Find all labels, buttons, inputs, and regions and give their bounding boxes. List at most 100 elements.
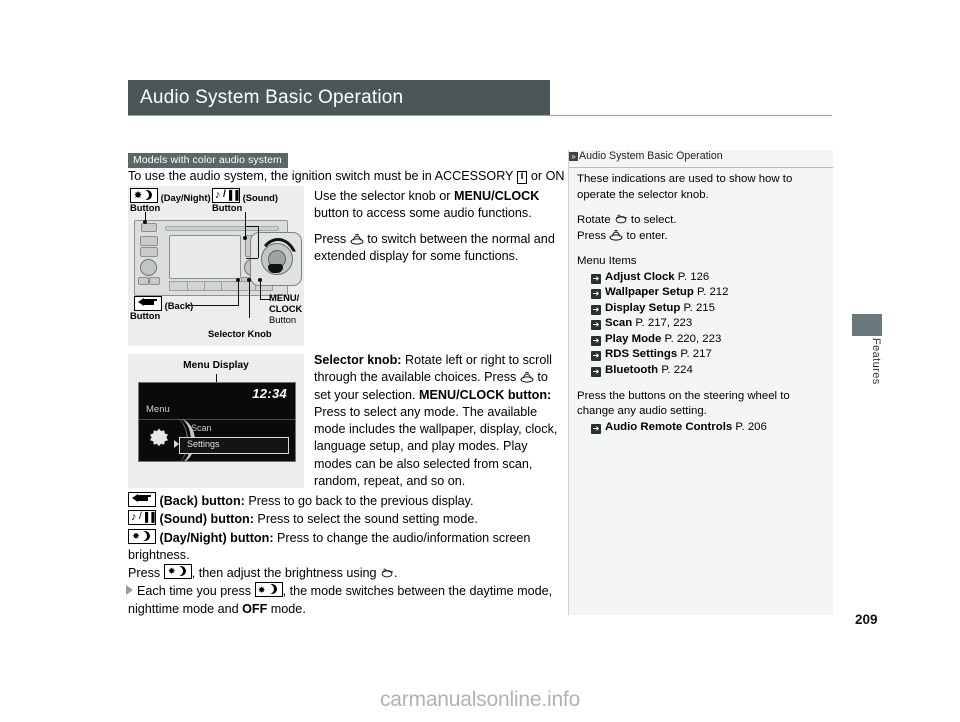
leader-back xyxy=(238,282,240,306)
back-arrow-svg-inline xyxy=(132,494,151,502)
list-item[interactable]: ➜ Adjust Clock P. 126 xyxy=(591,270,827,286)
menu-item-page: P. 220, 223 xyxy=(664,332,722,345)
sound-icon: ♪ / ▌▌ xyxy=(212,188,242,203)
list-item[interactable]: ➜ Bluetooth P. 224 xyxy=(591,363,827,379)
p4-bold: MENU/CLOCK button: xyxy=(419,387,552,402)
day-night-icon-inline-2: ✸ xyxy=(163,564,192,580)
p2-text-a: Press xyxy=(314,232,350,246)
menu-item-page: P. 126 xyxy=(677,270,710,283)
p3-bold: Selector knob: xyxy=(314,353,402,367)
leader-knob-h xyxy=(245,226,259,228)
sidebar-intro: These indications are used to show how t… xyxy=(577,173,793,201)
sidebar-heading: » Audio System Basic Operation xyxy=(569,150,833,166)
press-knob-icon xyxy=(350,233,364,245)
remote-page: P. 206 xyxy=(735,420,767,433)
moon-glyph-inline-3 xyxy=(269,584,279,595)
lcd-item-settings-label: Settings xyxy=(187,439,220,449)
menu-item-page: P. 217 xyxy=(680,348,712,361)
sidebar-menu-items-label: Menu Items xyxy=(577,255,637,267)
unit-daynight-button xyxy=(141,223,157,232)
menu-item-name: Display Setup xyxy=(605,301,681,314)
sidebar-press-a: Press xyxy=(577,229,610,242)
unit-seek-up-button xyxy=(149,277,160,285)
model-badge: Models with color audio system xyxy=(128,153,288,168)
unit-volume-knob xyxy=(140,259,157,276)
menu-item-page: P. 217, 223 xyxy=(635,317,693,330)
intro-text-before: To use the audio system, the ignition sw… xyxy=(128,169,514,183)
music-note-glyph-inline: ♪ xyxy=(131,511,137,524)
back-button-description: (Back) button: Press to go back to the p… xyxy=(128,492,568,510)
manual-page: Audio System Basic Operation Models with… xyxy=(0,0,960,722)
back-arrow-svg xyxy=(138,298,157,306)
menu-item-name: Play Mode xyxy=(605,332,662,345)
rotate-knob-icon-sidebar xyxy=(615,214,627,224)
list-item[interactable]: ➜ RDS Settings P. 217 xyxy=(591,347,827,363)
day-night-icon-inline-3: ✸ xyxy=(254,582,283,598)
jump-arrow-icon: ➜ xyxy=(591,289,601,300)
sidebar-steering-text: Press the buttons on the steering wheel … xyxy=(577,389,790,418)
page-number: 209 xyxy=(855,612,878,627)
list-item[interactable]: ➜ Scan P. 217, 223 xyxy=(591,316,827,332)
back-callout-label: (Back) xyxy=(134,296,193,311)
jump-arrow-icon: ➜ xyxy=(591,304,601,315)
back-icon xyxy=(134,296,162,311)
reference-sidebar: » Audio System Basic Operation These indi… xyxy=(568,150,833,615)
menuclock-label-3: Button xyxy=(269,314,297,325)
selector-knob-label: Selector Knob xyxy=(208,328,272,339)
leader-back-h xyxy=(188,305,238,307)
leader-selector xyxy=(249,282,251,318)
bullet-off-bold: OFF xyxy=(242,601,268,616)
speaker-glyph: ▌▌ xyxy=(229,190,242,200)
leader-menuclock xyxy=(260,282,262,300)
sun-glyph-inline-2: ✸ xyxy=(167,566,176,577)
intro-line: To use the audio system, the ignition sw… xyxy=(128,168,585,184)
sound-desc-text: Press to select the sound setting mode. xyxy=(253,512,478,527)
back-button-word: Button xyxy=(130,310,161,321)
menu-item-name: RDS Settings xyxy=(605,348,678,361)
moon-glyph-inline-2 xyxy=(178,566,188,577)
ignition-accessory-icon: I xyxy=(516,171,528,184)
lcd-clock: 12:34 xyxy=(252,386,287,401)
lcd-item-scan: Scan xyxy=(191,423,212,433)
jump-arrow-icon: ➜ xyxy=(591,423,601,434)
leader-knob-v xyxy=(258,226,260,258)
sidebar-rotate-a: Rotate xyxy=(577,214,614,226)
press-knob-icon-sidebar xyxy=(609,229,623,241)
list-item[interactable]: ➜ Play Mode P. 220, 223 xyxy=(591,332,827,348)
sound-button-description: ♪ / ▌▌ (Sound) button: Press to select t… xyxy=(128,510,568,528)
bullet-text-c: mode. xyxy=(267,601,306,616)
sound-desc-bold: (Sound) button: xyxy=(159,512,254,527)
jump-arrow-icon: ➜ xyxy=(591,335,601,346)
back-desc-bold: (Back) button: xyxy=(159,494,245,508)
menu-item-page: P. 224 xyxy=(661,364,693,377)
sidebar-marker-icon: » xyxy=(569,152,578,161)
leader-dot-sound xyxy=(243,236,247,240)
list-item[interactable]: ➜ Audio Remote Controls P. 206 xyxy=(591,420,827,436)
daynight-button-description: ✸ (Day/Night) button: Press to change th… xyxy=(128,528,568,565)
p1-menu-clock-bold: MENU/CLOCK xyxy=(454,189,540,203)
press-middle-text: , then adjust the brightness using xyxy=(191,566,381,581)
leader-knob-h2 xyxy=(246,258,258,260)
daynight-callout-label: ✸ (Day/Night) xyxy=(130,188,211,203)
list-item[interactable]: ➜ Display Setup P. 215 xyxy=(591,301,827,317)
sidebar-rotate-b: to select. xyxy=(627,214,677,226)
leader-dot-selector xyxy=(247,278,251,282)
intro-text-middle: or ON xyxy=(530,169,565,183)
sidebar-body: These indications are used to show how t… xyxy=(577,172,827,435)
watermark: carmanualsonline.info xyxy=(379,688,581,711)
list-item[interactable]: ➜ Wallpaper Setup P. 212 xyxy=(591,285,827,301)
lcd-menu-label: Menu xyxy=(146,404,170,415)
sun-glyph: ✸ xyxy=(134,190,142,201)
daynight-desc-bold: (Day/Night) button: xyxy=(159,530,274,545)
sound-callout-label: ♪ / ▌▌ (Sound) xyxy=(212,188,278,203)
page-title: Audio System Basic Operation xyxy=(140,87,404,108)
menu-item-page: P. 215 xyxy=(683,301,715,314)
back-callout-text: (Back) xyxy=(164,300,194,311)
figure-menu-display: Menu Display 12:34 Menu Scan Settings xyxy=(128,354,304,488)
paragraph-press-to-switch: Press to switch between the normal and e… xyxy=(314,231,562,266)
sound-callout-text: (Sound) xyxy=(242,192,279,203)
p1-text-a: Use the selector knob or xyxy=(314,189,455,203)
